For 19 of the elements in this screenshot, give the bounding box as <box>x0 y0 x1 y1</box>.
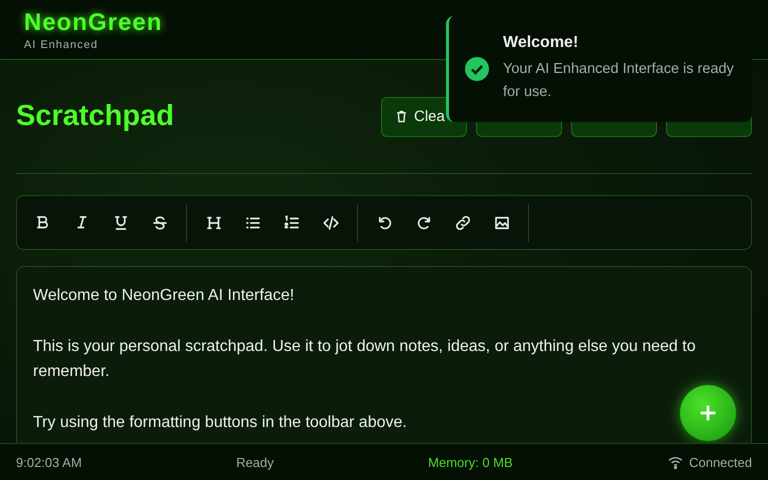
editor-paragraph: This is your personal scratchpad. Use it to jot down notes, ideas, or anything else you need to remember. <box>33 336 697 382</box>
toast-message: Your AI Enhanced Interface is ready for use. <box>503 60 735 102</box>
code-icon <box>322 214 340 232</box>
memory-usage: Memory: 0 MB <box>428 454 513 470</box>
text-editor[interactable]: Welcome to NeonGreen AI Interface! This is your personal scratchpad. Use it to jot down notes, ideas, or anything else you need to remember. Try using the formatting buttons in the toolbar above. <box>16 266 752 443</box>
page-title: Scratchpad <box>16 100 174 133</box>
numbers-icon <box>282 214 300 232</box>
trash-icon <box>394 109 409 124</box>
check-icon <box>465 57 489 81</box>
strike-icon <box>150 214 168 232</box>
editor-paragraph: Welcome to NeonGreen AI Interface! <box>33 286 294 306</box>
link-icon <box>454 214 472 232</box>
status-time: 9:02:03 AM <box>16 454 82 470</box>
editor-paragraph: Try using the formatting buttons in the toolbar above. <box>33 412 407 432</box>
toast-title: Welcome! <box>503 34 580 52</box>
status-text: Ready <box>236 454 274 470</box>
logo-subtitle: AI Enhanced <box>24 38 98 50</box>
connection-status: Connected <box>689 454 752 470</box>
logo-text: NeonGreen <box>24 8 162 36</box>
